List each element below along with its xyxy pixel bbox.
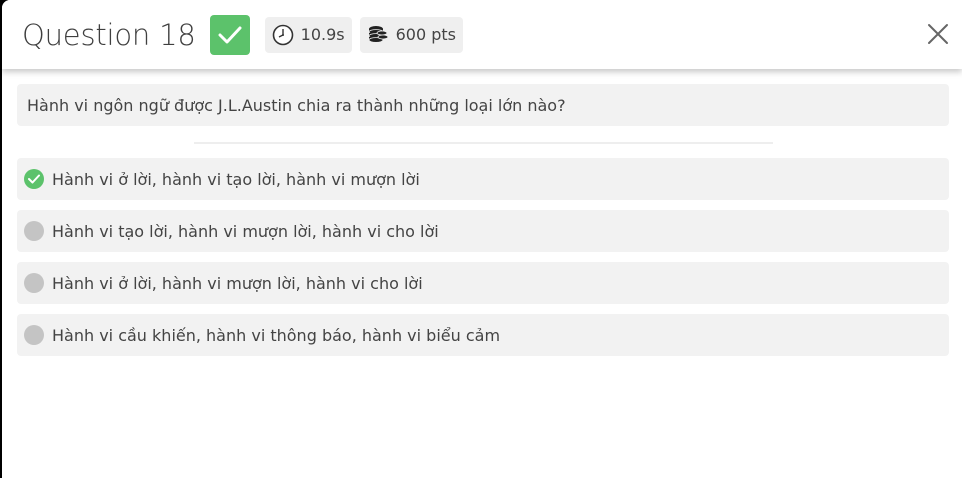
close-button[interactable] [926, 22, 950, 46]
timer-value: 10.9s [300, 25, 345, 44]
unselected-circle-icon [24, 273, 44, 293]
question-box: Hành vi ngôn ngữ được J.L.Austin chia ra… [17, 84, 949, 126]
option-3[interactable]: Hành vi ở lời, hành vi mượn lời, hành vi… [17, 262, 949, 304]
modal-header: Question 18 10.9s 600 pts [2, 0, 962, 69]
option-text: Hành vi ở lời, hành vi tạo lời, hành vi … [52, 169, 420, 189]
option-text: Hành vi tạo lời, hành vi mượn lời, hành … [52, 221, 439, 241]
question-title: Question 18 [22, 17, 196, 52]
timer-chip: 10.9s [264, 16, 352, 53]
clock-icon [272, 24, 293, 45]
option-4[interactable]: Hành vi cầu khiến, hành vi thông báo, hà… [17, 314, 949, 356]
correct-check-icon [24, 169, 44, 189]
unselected-circle-icon [24, 221, 44, 241]
divider [194, 142, 773, 144]
check-icon [218, 26, 242, 43]
points-value: 600 pts [395, 25, 456, 44]
option-text: Hành vi ở lời, hành vi mượn lời, hành vi… [52, 273, 423, 293]
question-modal: Question 18 10.9s 600 pts Hành vi ngôn n… [2, 0, 962, 478]
option-2[interactable]: Hành vi tạo lời, hành vi mượn lời, hành … [17, 210, 949, 252]
unselected-circle-icon [24, 325, 44, 345]
option-1[interactable]: Hành vi ở lời, hành vi tạo lời, hành vi … [17, 158, 949, 200]
modal-content: Hành vi ngôn ngữ được J.L.Austin chia ra… [2, 69, 962, 356]
points-chip: 600 pts [359, 16, 463, 53]
question-text: Hành vi ngôn ngữ được J.L.Austin chia ra… [27, 95, 566, 115]
option-text: Hành vi cầu khiến, hành vi thông báo, hà… [52, 325, 501, 345]
coins-icon [368, 25, 389, 43]
close-icon [928, 24, 948, 44]
correct-badge [209, 14, 250, 55]
